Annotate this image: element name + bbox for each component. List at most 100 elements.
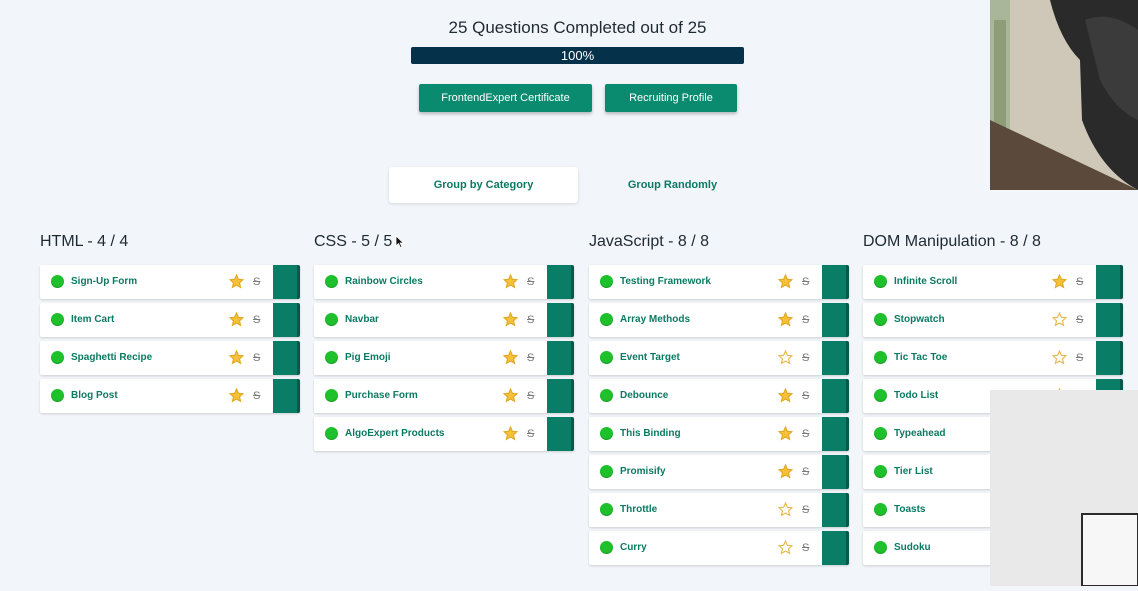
star-filled-icon[interactable] (229, 274, 244, 289)
open-question-tab[interactable] (822, 265, 849, 299)
question-name[interactable]: Todo List (894, 379, 938, 413)
strikethrough-icon[interactable]: S (253, 341, 260, 375)
question-name[interactable]: Promisify (620, 455, 666, 489)
question-item[interactable]: This Binding S (589, 417, 849, 451)
open-question-tab[interactable] (1096, 341, 1123, 375)
question-name[interactable]: Testing Framework (620, 265, 711, 299)
open-question-tab[interactable] (547, 341, 574, 375)
open-question-tab[interactable] (822, 303, 849, 337)
question-item[interactable]: Purchase Form S (314, 379, 574, 413)
strikethrough-icon[interactable]: S (802, 531, 809, 565)
star-filled-icon[interactable] (778, 312, 793, 327)
question-name[interactable]: Toasts (894, 493, 926, 527)
strikethrough-icon[interactable]: S (527, 417, 534, 451)
star-filled-icon[interactable] (229, 350, 244, 365)
strikethrough-icon[interactable]: S (1076, 341, 1083, 375)
strikethrough-icon[interactable]: S (253, 379, 260, 413)
question-item[interactable]: Tic Tac Toe S (863, 341, 1123, 375)
strikethrough-icon[interactable]: S (802, 417, 809, 451)
star-filled-icon[interactable] (503, 274, 518, 289)
strikethrough-icon[interactable]: S (527, 379, 534, 413)
open-question-tab[interactable] (547, 265, 574, 299)
question-name[interactable]: AlgoExpert Products (345, 417, 444, 451)
question-item[interactable]: Sign-Up Form S (40, 265, 300, 299)
group-by-category-toggle[interactable]: Group by Category (389, 167, 578, 203)
open-question-tab[interactable] (547, 417, 574, 451)
question-name[interactable]: Array Methods (620, 303, 690, 337)
star-outline-icon[interactable] (1052, 350, 1067, 365)
question-item[interactable]: Infinite Scroll S (863, 265, 1123, 299)
question-item[interactable]: Throttle S (589, 493, 849, 527)
star-filled-icon[interactable] (503, 312, 518, 327)
strikethrough-icon[interactable]: S (802, 493, 809, 527)
star-outline-icon[interactable] (778, 502, 793, 517)
open-question-tab[interactable] (273, 265, 300, 299)
strikethrough-icon[interactable]: S (1076, 265, 1083, 299)
open-question-tab[interactable] (547, 379, 574, 413)
open-question-tab[interactable] (273, 303, 300, 337)
strikethrough-icon[interactable]: S (1076, 303, 1083, 337)
strikethrough-icon[interactable]: S (802, 265, 809, 299)
star-filled-icon[interactable] (1052, 274, 1067, 289)
question-item[interactable]: Testing Framework S (589, 265, 849, 299)
strikethrough-icon[interactable]: S (527, 341, 534, 375)
strikethrough-icon[interactable]: S (802, 379, 809, 413)
question-name[interactable]: Infinite Scroll (894, 265, 957, 299)
open-question-tab[interactable] (822, 341, 849, 375)
star-filled-icon[interactable] (778, 426, 793, 441)
question-item[interactable]: Pig Emoji S (314, 341, 574, 375)
question-item[interactable]: Navbar S (314, 303, 574, 337)
strikethrough-icon[interactable]: S (802, 341, 809, 375)
question-name[interactable]: Blog Post (71, 379, 118, 413)
open-question-tab[interactable] (822, 493, 849, 527)
question-item[interactable]: Stopwatch S (863, 303, 1123, 337)
certificate-button[interactable]: FrontendExpert Certificate (419, 84, 592, 112)
question-name[interactable]: Typeahead (894, 417, 946, 451)
question-item[interactable]: Event Target S (589, 341, 849, 375)
recruiting-profile-button[interactable]: Recruiting Profile (605, 84, 737, 112)
strikethrough-icon[interactable]: S (802, 303, 809, 337)
open-question-tab[interactable] (1096, 265, 1123, 299)
star-filled-icon[interactable] (778, 274, 793, 289)
question-name[interactable]: Pig Emoji (345, 341, 391, 375)
open-question-tab[interactable] (822, 417, 849, 451)
question-item[interactable]: Promisify S (589, 455, 849, 489)
open-question-tab[interactable] (547, 303, 574, 337)
star-filled-icon[interactable] (778, 464, 793, 479)
star-filled-icon[interactable] (229, 312, 244, 327)
question-item[interactable]: Rainbow Circles S (314, 265, 574, 299)
question-name[interactable]: Navbar (345, 303, 379, 337)
question-item[interactable]: Array Methods S (589, 303, 849, 337)
star-outline-icon[interactable] (1052, 312, 1067, 327)
question-name[interactable]: Debounce (620, 379, 668, 413)
question-name[interactable]: This Binding (620, 417, 681, 451)
open-question-tab[interactable] (822, 379, 849, 413)
question-name[interactable]: Throttle (620, 493, 657, 527)
question-name[interactable]: Spaghetti Recipe (71, 341, 152, 375)
question-name[interactable]: Event Target (620, 341, 680, 375)
question-item[interactable]: Blog Post S (40, 379, 300, 413)
group-randomly-toggle[interactable]: Group Randomly (578, 167, 767, 203)
question-name[interactable]: Purchase Form (345, 379, 418, 413)
star-filled-icon[interactable] (503, 350, 518, 365)
question-item[interactable]: AlgoExpert Products S (314, 417, 574, 451)
question-item[interactable]: Debounce S (589, 379, 849, 413)
question-item[interactable]: Curry S (589, 531, 849, 565)
open-question-tab[interactable] (1096, 303, 1123, 337)
question-name[interactable]: Sign-Up Form (71, 265, 137, 299)
star-filled-icon[interactable] (229, 388, 244, 403)
star-filled-icon[interactable] (503, 388, 518, 403)
strikethrough-icon[interactable]: S (253, 303, 260, 337)
strikethrough-icon[interactable]: S (802, 455, 809, 489)
question-name[interactable]: Stopwatch (894, 303, 945, 337)
star-outline-icon[interactable] (778, 350, 793, 365)
question-item[interactable]: Spaghetti Recipe S (40, 341, 300, 375)
star-outline-icon[interactable] (778, 540, 793, 555)
question-name[interactable]: Rainbow Circles (345, 265, 423, 299)
open-question-tab[interactable] (822, 455, 849, 489)
open-question-tab[interactable] (273, 379, 300, 413)
strikethrough-icon[interactable]: S (253, 265, 260, 299)
question-name[interactable]: Tic Tac Toe (894, 341, 947, 375)
strikethrough-icon[interactable]: S (527, 265, 534, 299)
open-question-tab[interactable] (273, 341, 300, 375)
